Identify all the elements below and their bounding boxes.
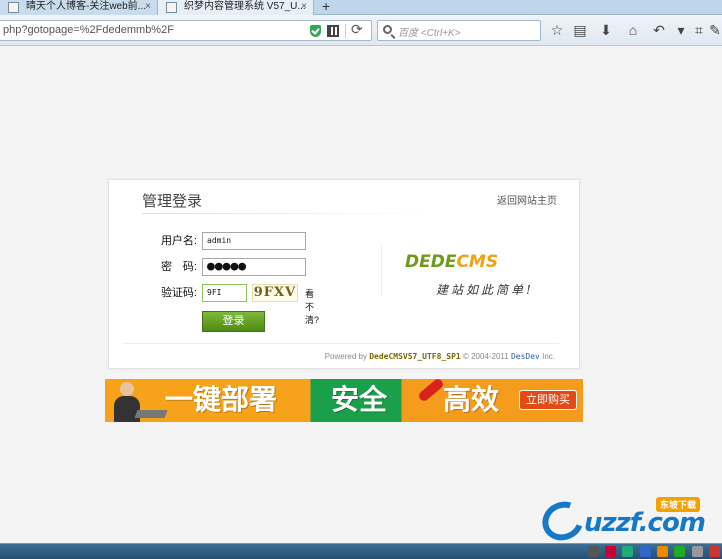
dedecms-logo: DEDECMS — [405, 252, 498, 272]
new-tab-button[interactable]: + — [322, 0, 330, 14]
uzzf-watermark: uzzf.com 东坡下载 — [535, 494, 718, 548]
banner-text-deploy: 一键部署 — [165, 384, 278, 415]
back-to-home-link[interactable]: 返回网站主页 — [497, 192, 557, 207]
username-label: 用户名: — [160, 235, 197, 247]
download-icon[interactable]: ⬇ — [597, 21, 615, 39]
title-divider — [142, 213, 432, 214]
version-link[interactable]: DedeCMSV57_UTF8_SP1 — [369, 352, 461, 361]
vertical-divider — [381, 244, 382, 296]
tab-label: 晴天个人博客-关注web前... — [26, 1, 147, 12]
security-shield-icon[interactable] — [310, 25, 321, 37]
reload-icon[interactable]: ⟳ — [351, 21, 363, 38]
undo-icon[interactable]: ↶ — [650, 21, 668, 39]
banner-text-efficient: 高效 — [443, 384, 500, 415]
password-label: 密 码: — [160, 261, 197, 273]
navigation-bar: php?gotopage=%2Fdedemmb%2F ⟳ 百度 <Ctrl+K>… — [0, 16, 722, 46]
tray-app-icon[interactable] — [604, 546, 616, 557]
banner-text-safe: 安全 — [331, 384, 388, 415]
buy-now-button[interactable]: 立即购买 — [519, 390, 577, 410]
tray-app-icon[interactable] — [691, 546, 703, 557]
tab-label: 织梦内容管理系统 V57_U... — [184, 1, 306, 12]
password-field[interactable]: ●●●●● — [202, 258, 306, 276]
close-icon[interactable]: × — [145, 0, 151, 14]
tray-app-icon[interactable] — [639, 546, 651, 557]
copyright: © 2004-2011 — [462, 352, 509, 361]
page-favicon-icon — [8, 2, 19, 13]
tab-dedecms[interactable]: 织梦内容管理系统 V57_U... × — [158, 0, 314, 15]
org-link[interactable]: DesDev — [511, 352, 540, 361]
tab-blog[interactable]: 晴天个人博客-关注web前... × — [0, 0, 158, 15]
username-field[interactable]: admin — [202, 232, 306, 250]
tools-icon[interactable]: ✎ — [706, 21, 722, 39]
windows-taskbar — [0, 543, 722, 559]
qr-code-icon[interactable] — [327, 25, 339, 37]
org-suffix: Inc. — [542, 352, 555, 361]
person-body — [114, 396, 140, 422]
tray-app-icon[interactable] — [674, 546, 686, 557]
login-button[interactable]: 登录 — [202, 311, 265, 332]
login-panel: 管理登录 返回网站主页 用户名: admin 密 码: ●●●●● 验证码: 9… — [108, 179, 580, 369]
businessman-figure — [110, 382, 168, 422]
tab-strip: 晴天个人博客-关注web前... × 织梦内容管理系统 V57_U... × + — [0, 0, 722, 15]
laptop-icon — [134, 410, 168, 418]
tray-app-icon[interactable] — [587, 546, 599, 557]
captcha-field[interactable]: 9FI — [202, 284, 247, 302]
address-bar[interactable]: php?gotopage=%2Fdedemmb%2F ⟳ — [0, 20, 372, 41]
watermark-logo-icon — [535, 494, 591, 548]
page-favicon-icon — [166, 2, 177, 13]
bookmark-star-icon[interactable]: ☆ — [548, 21, 566, 39]
tray-app-icon[interactable] — [622, 546, 634, 557]
system-tray — [585, 546, 720, 558]
url-text: php?gotopage=%2Fdedemmb%2F — [3, 24, 174, 36]
captcha-image[interactable]: 9FXV — [252, 284, 298, 302]
captcha-label: 验证码: — [160, 287, 197, 299]
close-icon[interactable]: × — [301, 0, 307, 14]
person-head — [120, 382, 134, 396]
watermark-badge: 东坡下载 — [656, 497, 701, 512]
footer-divider — [123, 343, 559, 344]
captcha-refresh-link[interactable]: 看不清? — [305, 287, 319, 326]
separator — [345, 24, 346, 38]
search-icon — [383, 25, 392, 34]
logo-dede: DEDE — [405, 252, 457, 272]
logo-cms: CMS — [456, 252, 499, 272]
watermark-text: uzzf.com — [584, 508, 706, 538]
tray-app-icon[interactable] — [656, 546, 668, 557]
search-input[interactable]: 百度 <Ctrl+K> — [377, 20, 541, 41]
search-placeholder: 百度 <Ctrl+K> — [398, 28, 461, 39]
ad-banner[interactable]: 一键部署 安全 高效 立即购买 — [105, 379, 583, 422]
dropdown-icon[interactable]: ▾ — [672, 21, 690, 39]
home-icon[interactable]: ⌂ — [624, 21, 642, 39]
bookmarks-list-icon[interactable]: ▤ — [571, 21, 589, 39]
powered-prefix: Powered by — [324, 352, 367, 361]
tray-app-icon[interactable] — [709, 546, 720, 557]
login-title: 管理登录 — [142, 193, 203, 210]
rocket-icon — [417, 379, 445, 403]
powered-by: Powered by DedeCMSV57_UTF8_SP1 © 2004-20… — [325, 352, 555, 361]
slogan: 建站如此简单! — [436, 283, 534, 297]
